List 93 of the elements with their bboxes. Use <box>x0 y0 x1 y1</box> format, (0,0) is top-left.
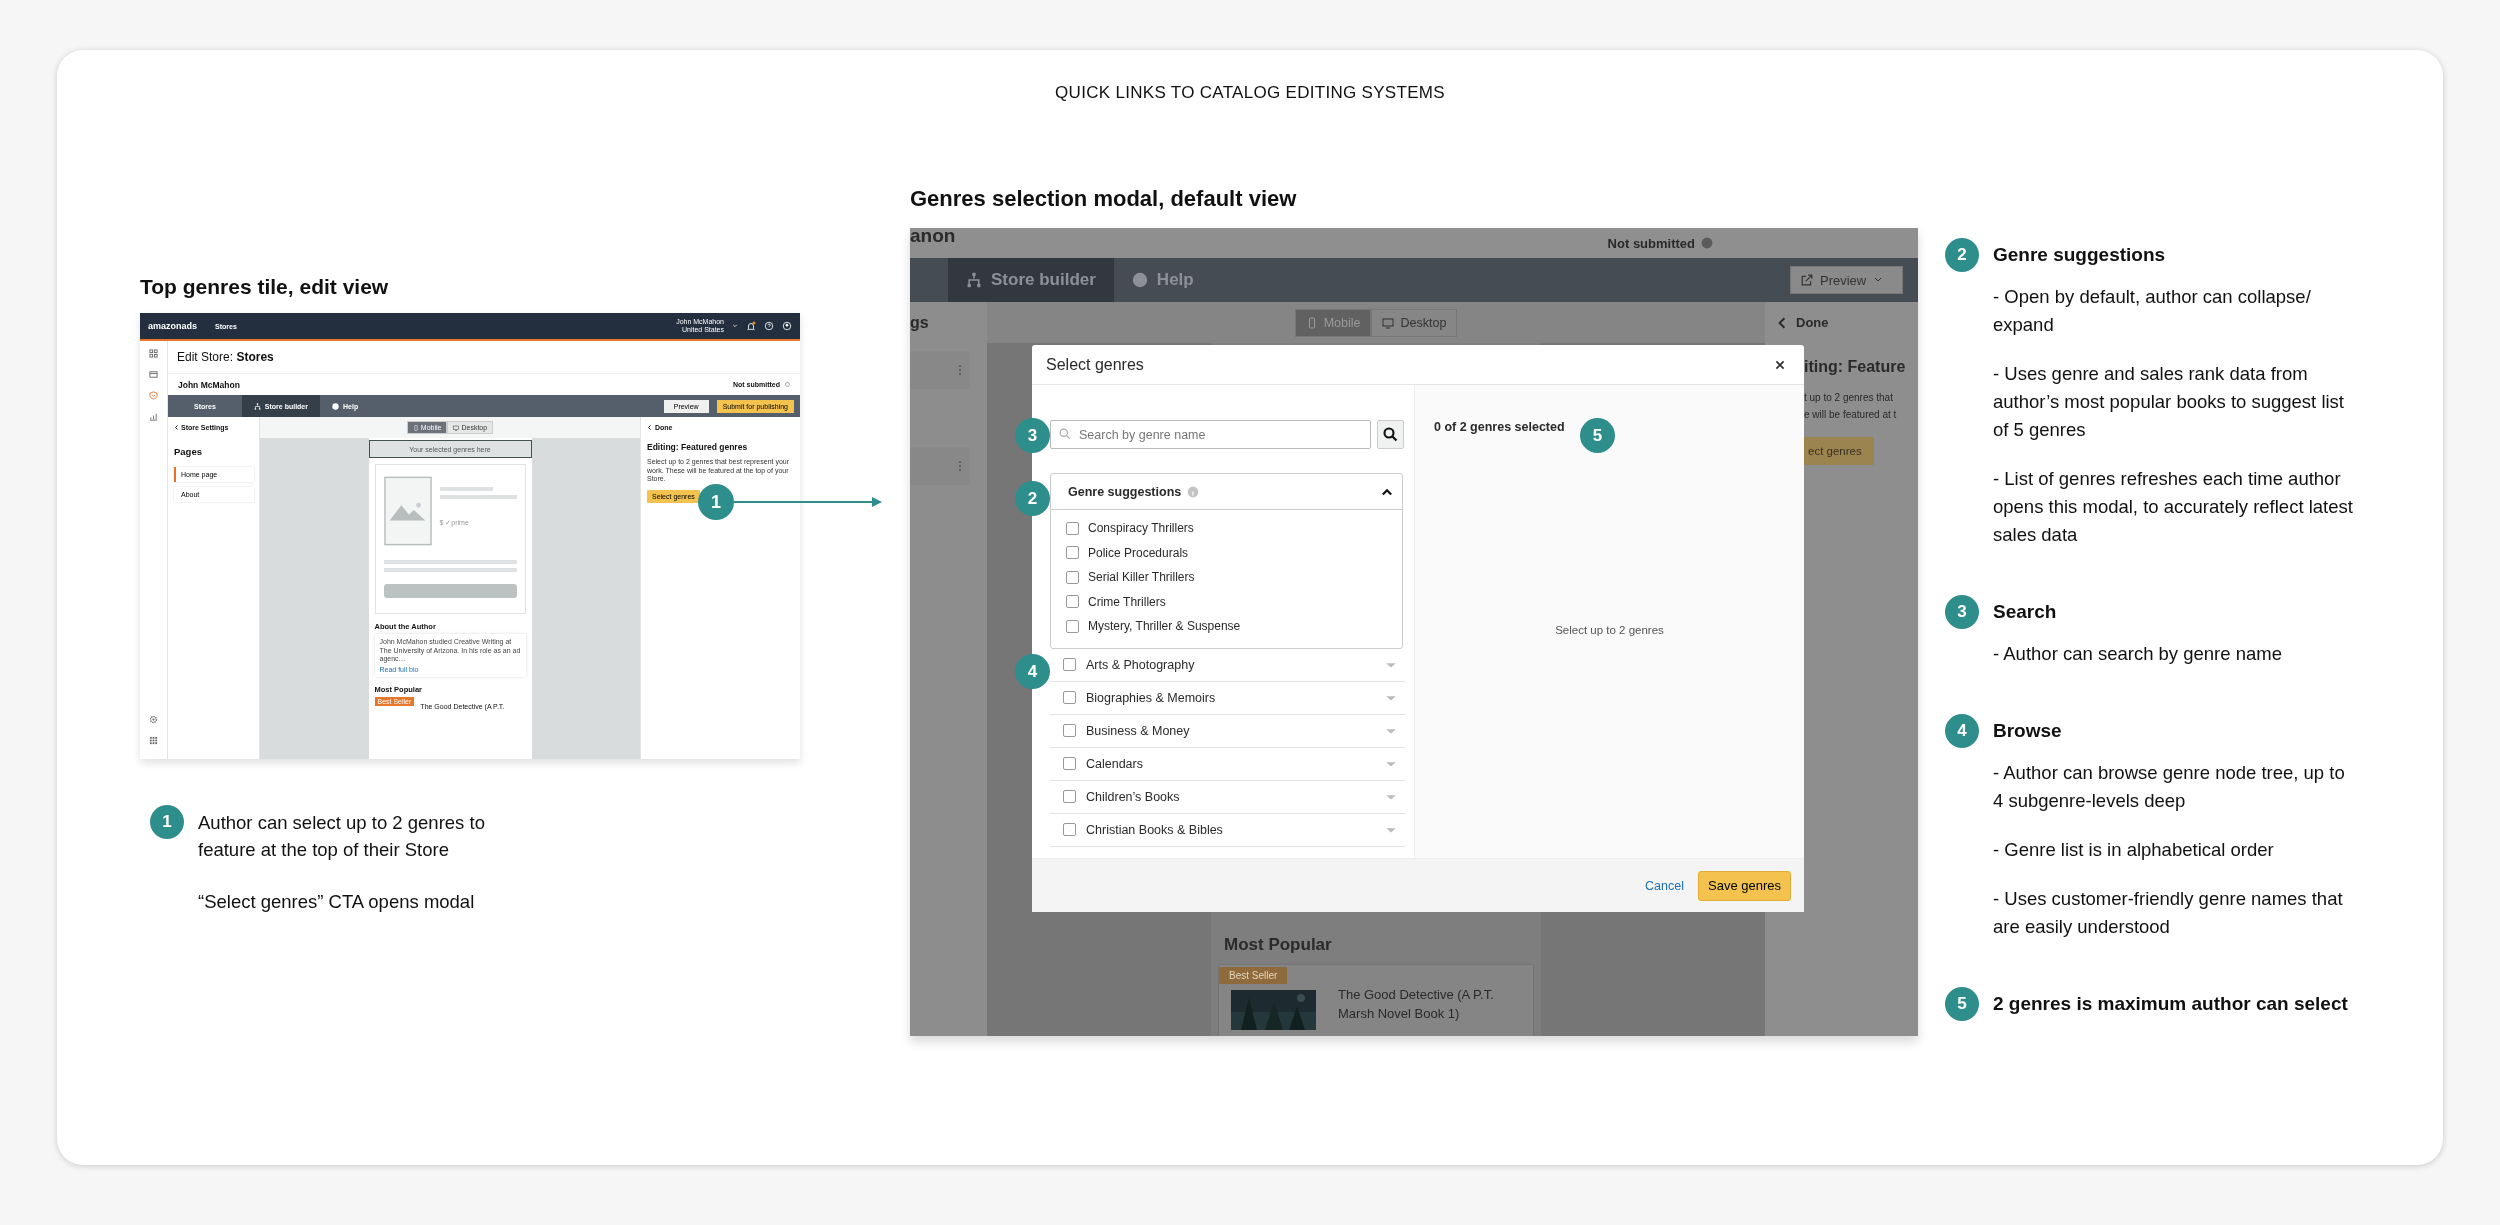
note-text: - Open by default, author can collapse/ expand <box>1993 285 2312 337</box>
pages-heading: Pages <box>174 446 202 457</box>
search-button[interactable] <box>1377 420 1404 449</box>
genre-label: Mystery, Thriller & Suspense <box>1088 619 1241 634</box>
search-icon <box>1383 427 1398 442</box>
checkbox[interactable] <box>1063 658 1076 671</box>
external-link-icon <box>1801 274 1813 286</box>
section-title: Most Popular <box>1224 935 1332 955</box>
view-toggle[interactable]: Desktop <box>1371 308 1458 337</box>
preview-button[interactable]: Preview <box>1790 266 1903 294</box>
checkbox[interactable] <box>1066 546 1079 560</box>
checkbox[interactable] <box>1066 595 1079 609</box>
apps-icon[interactable] <box>149 736 158 745</box>
cancel-link[interactable]: Cancel <box>1645 878 1684 893</box>
callout-badge: 3 <box>1945 595 1979 629</box>
settings-icon[interactable] <box>149 715 158 724</box>
checkbox[interactable] <box>1066 521 1079 535</box>
suggestions-header[interactable]: Genre suggestions <box>1051 474 1402 510</box>
empty-hint: Select up to 2 genres <box>1555 624 1664 636</box>
logo: amazonads <box>148 321 198 331</box>
bell-icon[interactable] <box>746 321 756 331</box>
callout-badge: 5 <box>1945 987 1979 1021</box>
checkbox[interactable] <box>1066 570 1079 584</box>
checkbox[interactable] <box>1063 790 1076 803</box>
note-text: Author can select up to 2 genres to feature at the top of their Store <box>198 811 486 862</box>
panel-title: Editing: Featured genres <box>647 442 748 452</box>
monitor-icon <box>453 424 460 431</box>
selection-count: 0 of 2 genres selected <box>1434 420 1565 434</box>
note-title: Browse <box>1993 719 2063 743</box>
callout-badge: 2 <box>1945 238 1979 272</box>
back-link[interactable]: gs <box>910 302 929 343</box>
genre-label: Biographies & Memoirs <box>1086 690 1216 705</box>
note-text: “Select genres” CTA opens modal <box>198 890 476 914</box>
genre-label: Christian Books & Bibles <box>1086 822 1223 837</box>
note-text: - Author can search by genre name <box>1993 642 2283 666</box>
page-heading: Edit Store: Stores <box>177 350 274 364</box>
panel-description: e will be featured at t <box>1804 408 1897 422</box>
note-text: - List of genres refreshes each time author opens this modal, to accurately reflect latest sales data <box>1993 467 2353 547</box>
genre-label: Conspiracy Thrillers <box>1088 521 1194 536</box>
note-title: Genre suggestions <box>1993 243 2167 267</box>
search-field[interactable]: Search by genre name <box>1050 420 1371 449</box>
book-title: The Good Detective (A P.T. <box>1338 986 1494 1004</box>
genre-label: Business & Money <box>1086 723 1190 738</box>
note-text: - Author can browse genre node tree, up to 4 subgenre-levels deep <box>1993 761 2346 813</box>
select-genres-button[interactable]: ect genres <box>1804 437 1874 465</box>
genre-label: Calendars <box>1086 756 1143 771</box>
account-icon[interactable] <box>782 321 792 331</box>
chart-icon[interactable] <box>149 412 158 421</box>
checkbox[interactable] <box>1063 691 1076 704</box>
panel-title: iting: Feature <box>1804 358 1906 376</box>
genre-label: Serial Killer Thrillers <box>1088 570 1195 585</box>
chevron-down-icon[interactable] <box>732 323 738 329</box>
callout-badge: 1 <box>150 805 184 839</box>
status-label: Not submitted <box>1607 235 1695 251</box>
genre-label: Police Procedurals <box>1088 545 1189 560</box>
nav-tab[interactable]: Store builder <box>948 258 1114 302</box>
section-heading: Genres selection modal, default view <box>910 186 1298 212</box>
dialog-title: Select genres <box>1046 355 1144 374</box>
grid-icon[interactable] <box>149 349 158 358</box>
shield-icon[interactable] <box>149 391 158 400</box>
checkbox[interactable] <box>1063 823 1076 836</box>
chevron-left-icon <box>174 425 179 430</box>
panel-description: t up to 2 genres that <box>1804 391 1893 405</box>
phone-icon <box>412 424 419 431</box>
sitemap-icon <box>966 272 982 288</box>
note-text: - Genre list is in alphabetical order <box>1993 838 2275 862</box>
checkbox[interactable] <box>1066 619 1079 633</box>
page-title: QUICK LINKS TO CATALOG EDITING SYSTEMS <box>1054 83 1446 103</box>
genre-label: Children’s Books <box>1086 789 1180 804</box>
author-name: John McMahon <box>178 379 240 390</box>
chevron-left-icon <box>647 425 652 430</box>
note-title: Search <box>1993 600 2058 624</box>
genre-label: Arts & Photography <box>1086 657 1195 672</box>
chevron-left-icon <box>1776 316 1788 329</box>
checkbox[interactable] <box>1063 757 1076 770</box>
genre-label: Crime Thrillers <box>1088 594 1166 609</box>
image-placeholder-icon <box>383 476 432 546</box>
sitemap-icon <box>253 402 261 410</box>
card-icon[interactable] <box>149 370 158 379</box>
note-text: - Uses genre and sales rank data from author’s most popular books to suggest list of 5 genres <box>1993 362 2345 442</box>
done-link[interactable]: Done <box>1776 302 1829 343</box>
search-icon <box>1059 428 1071 440</box>
monitor-icon <box>1382 316 1395 329</box>
book-title: Marsh Novel Book 1) <box>1338 1005 1461 1023</box>
section-heading: Top genres tile, edit view <box>140 275 390 299</box>
author-name: anon <box>910 228 956 248</box>
save-button[interactable]: Save genres <box>1698 870 1791 901</box>
checkbox[interactable] <box>1063 724 1076 737</box>
callout-badge: 4 <box>1945 714 1979 748</box>
close-icon[interactable] <box>1774 358 1786 371</box>
best-seller-badge: Best Seller <box>1219 967 1288 984</box>
note-title: 2 genres is maximum author can select <box>1993 992 2349 1016</box>
note-text: - Uses customer-friendly genre names that are easily understood <box>1993 887 2344 939</box>
